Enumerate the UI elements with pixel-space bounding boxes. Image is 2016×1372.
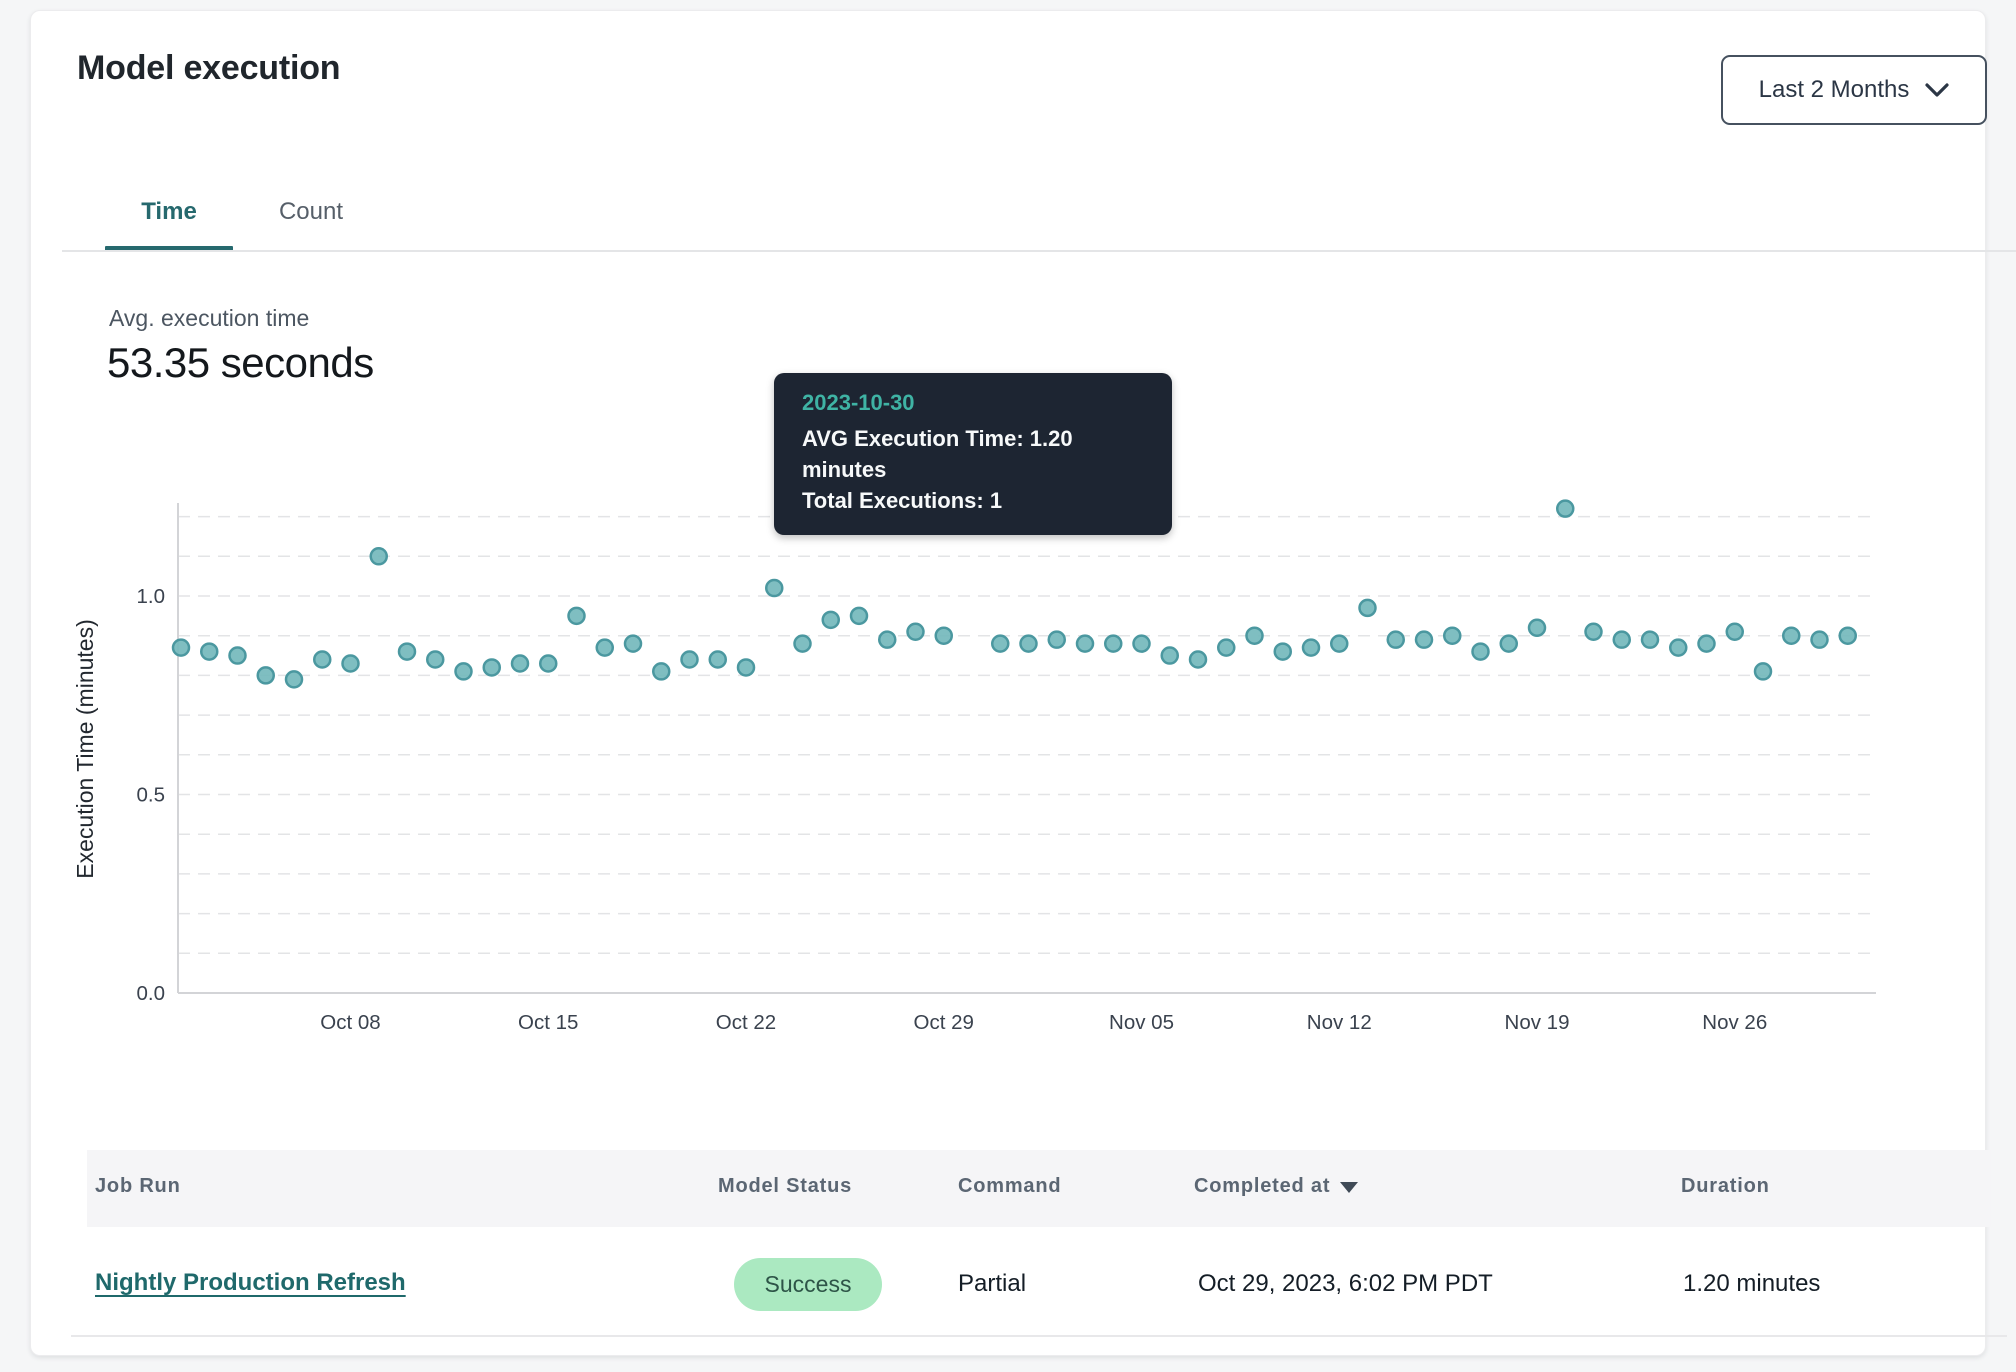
data-point[interactable] [1105,636,1121,652]
data-point[interactable] [399,644,415,660]
data-point[interactable] [1190,652,1206,668]
y-tick-label: 0.0 [137,982,166,1005]
data-point[interactable] [1360,600,1376,616]
data-point[interactable] [1699,636,1715,652]
data-point[interactable] [1021,636,1037,652]
row-divider [71,1335,2007,1337]
column-header-model-status[interactable]: Model Status [718,1175,852,1198]
x-tick-label: Nov 26 [1702,1011,1767,1034]
tooltip-total-executions: Total Executions: 1 [802,485,1144,516]
data-point[interactable] [851,608,867,624]
page-title: Model execution [77,49,340,88]
date-range-dropdown[interactable]: Last 2 Months [1721,55,1987,125]
x-tick-label: Oct 08 [320,1011,380,1034]
command-cell: Partial [958,1270,1026,1298]
y-tick-label: 0.5 [137,784,166,807]
chart-tooltip: 2023-10-30 AVG Execution Time: 1.20 minu… [774,373,1172,535]
date-range-label: Last 2 Months [1759,76,1910,104]
column-header-completed-at[interactable]: Completed at [1194,1175,1358,1198]
tooltip-date: 2023-10-30 [802,390,1144,416]
data-point[interactable] [173,640,189,656]
data-point[interactable] [1331,636,1347,652]
job-run-link[interactable]: Nightly Production Refresh [95,1269,406,1297]
data-point[interactable] [1275,644,1291,660]
data-point[interactable] [1727,624,1743,640]
data-point[interactable] [1840,628,1856,644]
data-point[interactable] [1134,636,1150,652]
chevron-down-icon [1925,83,1949,98]
data-point[interactable] [710,652,726,668]
data-point[interactable] [1416,632,1432,648]
data-point[interactable] [512,655,528,671]
duration-cell: 1.20 minutes [1683,1270,1820,1298]
data-point[interactable] [314,652,330,668]
avg-execution-time-label: Avg. execution time [109,305,309,332]
data-point[interactable] [1501,636,1517,652]
data-point[interactable] [823,612,839,628]
data-point[interactable] [1303,640,1319,656]
data-point[interactable] [1642,632,1658,648]
column-header-duration[interactable]: Duration [1681,1175,1770,1198]
data-point[interactable] [1557,501,1573,517]
data-point[interactable] [1812,632,1828,648]
data-point[interactable] [1388,632,1404,648]
model-execution-card: Model execution Last 2 Months Time Count… [30,10,1986,1356]
tooltip-avg-execution-time: AVG Execution Time: 1.20 minutes [802,423,1144,485]
data-point[interactable] [1783,628,1799,644]
data-point[interactable] [653,663,669,679]
x-tick-label: Nov 12 [1307,1011,1372,1034]
data-point[interactable] [1755,663,1771,679]
data-point[interactable] [540,655,556,671]
data-point[interactable] [569,608,585,624]
data-point[interactable] [286,671,302,687]
avg-execution-time-value: 53.35 seconds [107,339,374,387]
x-tick-label: Oct 29 [914,1011,974,1034]
data-point[interactable] [625,636,641,652]
data-point[interactable] [738,659,754,675]
data-point[interactable] [258,667,274,683]
tabs-divider [62,250,2016,252]
data-point[interactable] [992,636,1008,652]
data-point[interactable] [201,644,217,660]
data-point[interactable] [879,632,895,648]
data-point[interactable] [908,624,924,640]
data-point[interactable] [456,663,472,679]
data-point[interactable] [230,648,246,664]
data-point[interactable] [766,580,782,596]
x-tick-label: Oct 15 [518,1011,578,1034]
y-tick-label: 1.0 [137,585,166,608]
data-point[interactable] [1077,636,1093,652]
x-tick-label: Nov 19 [1505,1011,1570,1034]
data-point[interactable] [682,652,698,668]
tab-time[interactable]: Time [105,189,233,235]
data-point[interactable] [1473,644,1489,660]
column-header-command[interactable]: Command [958,1175,1061,1198]
data-point[interactable] [343,655,359,671]
data-point[interactable] [597,640,613,656]
table-header-row: Job Run Model Status Command Completed a… [87,1150,1991,1227]
tab-count[interactable]: Count [247,189,375,235]
data-point[interactable] [484,659,500,675]
x-tick-label: Nov 05 [1109,1011,1174,1034]
data-point[interactable] [1247,628,1263,644]
data-point[interactable] [1162,648,1178,664]
data-point[interactable] [1614,632,1630,648]
data-point[interactable] [1218,640,1234,656]
data-point[interactable] [1444,628,1460,644]
data-point[interactable] [1529,620,1545,636]
data-point[interactable] [1586,624,1602,640]
status-badge: Success [734,1258,882,1311]
data-point[interactable] [1049,632,1065,648]
sort-desc-icon[interactable] [1340,1182,1358,1193]
data-point[interactable] [1670,640,1686,656]
y-axis-title: Execution Time (minutes) [72,619,98,878]
data-point[interactable] [795,636,811,652]
data-point[interactable] [936,628,952,644]
page-background: Model execution Last 2 Months Time Count… [0,0,2016,1372]
data-point[interactable] [427,652,443,668]
data-point[interactable] [371,548,387,564]
column-header-job-run[interactable]: Job Run [95,1175,181,1198]
completed-at-cell: Oct 29, 2023, 6:02 PM PDT [1198,1270,1493,1298]
x-tick-label: Oct 22 [716,1011,776,1034]
